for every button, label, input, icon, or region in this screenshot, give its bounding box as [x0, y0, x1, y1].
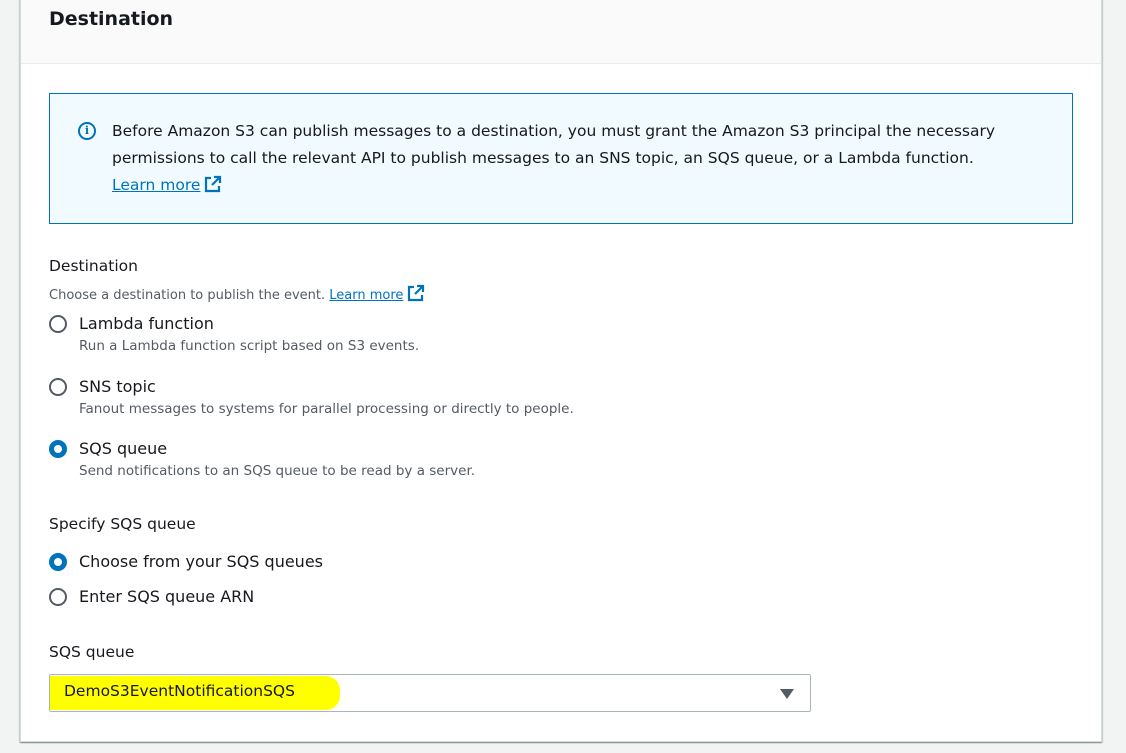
radio-description-sqs-queue: Send notifications to an SQS queue to be…	[79, 463, 476, 479]
radio-label-choose-from-sqs-queues[interactable]: Choose from your SQS queues	[79, 551, 323, 573]
external-link-icon	[205, 175, 222, 193]
radio-sqs-queue[interactable]	[49, 440, 67, 458]
info-alert-message: Before Amazon S3 can publish messages to…	[112, 122, 996, 167]
radio-lambda-function[interactable]	[49, 315, 67, 333]
radio-label-lambda-function[interactable]: Lambda function	[79, 313, 214, 335]
radio-label-sns-topic[interactable]: SNS topic	[79, 376, 156, 398]
destination-learn-more-link[interactable]: Learn more	[329, 284, 425, 303]
radio-description-sns-topic: Fanout messages to systems for parallel …	[79, 401, 574, 417]
sqs-queue-select[interactable]: DemoS3EventNotificationSQS	[49, 674, 811, 712]
radio-enter-sqs-queue-arn[interactable]	[49, 588, 67, 606]
radio-description-lambda-function: Run a Lambda function script based on S3…	[79, 338, 420, 354]
radio-choose-from-sqs-queues[interactable]	[49, 553, 67, 571]
destination-panel: Destination i Before Amazon S3 can publi…	[20, 0, 1102, 742]
caret-down-icon[interactable]	[780, 689, 794, 699]
sqs-queue-selected-value: DemoS3EventNotificationSQS	[64, 682, 295, 700]
info-alert-text: Before Amazon S3 can publish messages to…	[112, 118, 1012, 199]
panel-header: Destination	[21, 0, 1101, 64]
external-link-icon	[408, 284, 425, 302]
specify-sqs-queue-label: Specify SQS queue	[49, 515, 196, 533]
destination-description: Choose a destination to publish the even…	[49, 284, 425, 303]
info-alert-learn-more-link[interactable]: Learn more	[112, 175, 222, 194]
panel-title: Destination	[49, 8, 174, 30]
radio-sns-topic[interactable]	[49, 378, 67, 396]
info-alert: i Before Amazon S3 can publish messages …	[49, 93, 1073, 224]
radio-label-enter-sqs-queue-arn[interactable]: Enter SQS queue ARN	[79, 586, 254, 608]
radio-label-sqs-queue[interactable]: SQS queue	[79, 438, 167, 460]
destination-label: Destination	[49, 257, 138, 275]
sqs-queue-label: SQS queue	[49, 643, 135, 661]
info-icon: i	[78, 122, 96, 140]
